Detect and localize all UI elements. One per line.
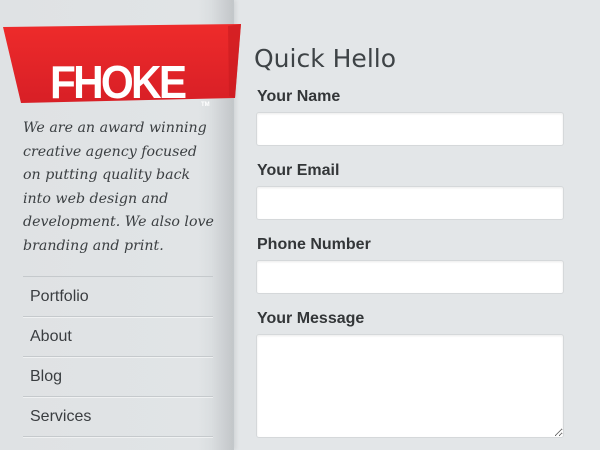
nav-item-portfolio[interactable]: Portfolio bbox=[23, 277, 213, 317]
email-label: Your Email bbox=[257, 162, 340, 179]
phone-label: Phone Number bbox=[257, 236, 371, 253]
nav-item-blog[interactable]: Blog bbox=[23, 357, 213, 397]
trademark-mark: TM bbox=[201, 102, 210, 108]
contact-form: Quick Hello Your Name Your Email Phone N… bbox=[234, 0, 600, 450]
logo[interactable]: FHOKE TM bbox=[0, 24, 245, 108]
email-field[interactable] bbox=[256, 186, 564, 220]
phone-field[interactable] bbox=[256, 260, 564, 294]
name-label: Your Name bbox=[257, 88, 341, 105]
nav-item-services[interactable]: Services bbox=[23, 397, 213, 437]
sidebar-nav: Portfolio About Blog Services bbox=[23, 276, 213, 437]
message-label: Your Message bbox=[257, 310, 365, 327]
form-title: Quick Hello bbox=[254, 44, 397, 73]
nav-item-about[interactable]: About bbox=[23, 317, 213, 357]
sidebar: FHOKE TM We are an award winning creativ… bbox=[0, 0, 241, 450]
agency-tagline: We are an award winning creative agency … bbox=[23, 120, 214, 254]
name-field[interactable] bbox=[256, 112, 564, 146]
message-field[interactable] bbox=[256, 334, 564, 438]
logo-wordmark: FHOKE bbox=[50, 56, 187, 108]
